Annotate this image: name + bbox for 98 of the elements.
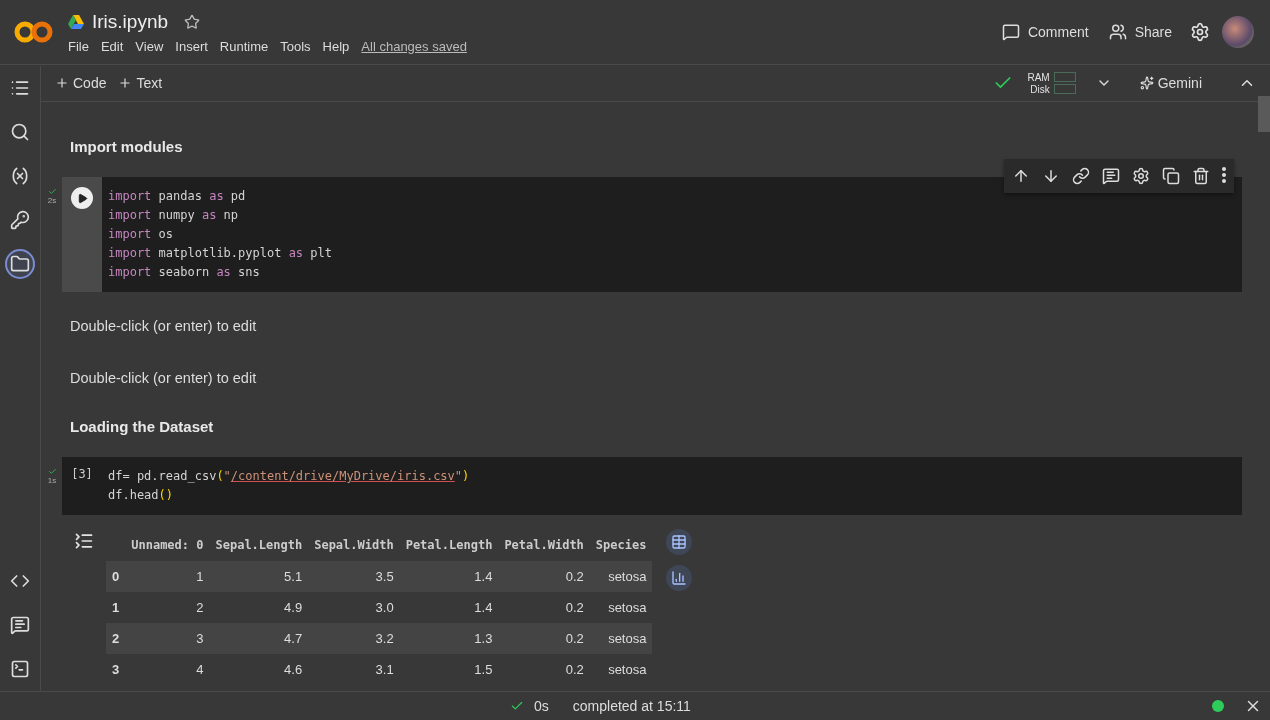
row-index: 1 bbox=[106, 592, 126, 623]
completion-time: completed at 15:11 bbox=[572, 698, 691, 714]
code-line: import os bbox=[108, 226, 175, 242]
menu-item[interactable]: View bbox=[135, 38, 164, 54]
table-cell: 2 bbox=[125, 592, 210, 623]
table-cell: 0.2 bbox=[498, 592, 590, 623]
table-cell: 1.5 bbox=[399, 654, 499, 685]
table-cell: setosa bbox=[589, 592, 653, 623]
table-cell: 1 bbox=[125, 561, 210, 592]
move-down-icon bbox=[1042, 167, 1060, 185]
menu-item[interactable]: Insert bbox=[175, 38, 208, 54]
add-cell-button[interactable]: Text bbox=[112, 71, 169, 95]
menu-item[interactable]: Runtime bbox=[219, 38, 269, 54]
code-line: df.head() bbox=[108, 487, 175, 503]
table-cell: 4 bbox=[125, 654, 210, 685]
table-cell: 5.1 bbox=[209, 561, 309, 592]
run-time: 1s bbox=[47, 476, 57, 485]
ram-label: RAM bbox=[1027, 71, 1050, 83]
run-duration: 0s bbox=[534, 698, 549, 714]
ram-meter bbox=[1053, 72, 1076, 82]
bar-chart-icon bbox=[671, 570, 688, 586]
drive-icon bbox=[68, 14, 84, 29]
table-cell: 1.3 bbox=[399, 623, 499, 654]
plus-icon bbox=[55, 76, 69, 90]
scrollbar-thumb[interactable] bbox=[1258, 96, 1270, 132]
table-cell: 3.5 bbox=[308, 561, 400, 592]
run-time: 2s bbox=[47, 196, 57, 205]
table-icon bbox=[671, 534, 688, 550]
status-check-icon bbox=[510, 699, 524, 713]
table-cell: 4.6 bbox=[209, 654, 309, 685]
disk-meter bbox=[1053, 84, 1076, 94]
table-view-button[interactable] bbox=[666, 529, 693, 555]
sparkle-icon bbox=[1139, 76, 1154, 90]
row-index: 0 bbox=[106, 561, 126, 592]
settings-icon bbox=[1132, 167, 1150, 185]
table-cell: 0.2 bbox=[498, 623, 590, 654]
column-header: Petal.Length bbox=[399, 529, 499, 561]
column-header: Species bbox=[589, 529, 653, 561]
code-line: import pandas as pd bbox=[108, 188, 247, 204]
section-heading: Import modules bbox=[69, 137, 184, 157]
table-cell: 3.2 bbox=[308, 623, 400, 654]
column-header: Sepal.Width bbox=[308, 529, 400, 561]
menu-item[interactable]: Help bbox=[322, 38, 350, 54]
table-cell: setosa bbox=[589, 654, 653, 685]
save-status-link[interactable]: All changes saved bbox=[361, 38, 467, 54]
settings-icon[interactable] bbox=[1190, 22, 1210, 42]
share-button[interactable]: Share bbox=[1098, 17, 1182, 47]
notebook-title[interactable]: Iris.ipynb bbox=[92, 10, 169, 33]
section-heading: Loading the Dataset bbox=[69, 417, 215, 437]
people-icon bbox=[1108, 23, 1127, 41]
text-cell-text: Double-click (or enter) to edit bbox=[69, 317, 258, 336]
avatar[interactable] bbox=[1222, 16, 1254, 48]
disk-label: Disk bbox=[1030, 83, 1050, 95]
play-icon bbox=[76, 192, 88, 204]
run-status-icon bbox=[47, 467, 57, 476]
execution-count: [3] bbox=[71, 467, 93, 483]
menu-item[interactable]: File bbox=[68, 38, 89, 54]
star-icon[interactable] bbox=[184, 13, 201, 30]
code-line: import numpy as np bbox=[108, 207, 240, 223]
colab-logo bbox=[14, 20, 54, 44]
more-icon bbox=[1222, 167, 1226, 183]
table-cell: 3 bbox=[125, 623, 210, 654]
table-cell: 4.7 bbox=[209, 623, 309, 654]
table-cell: 3.0 bbox=[308, 592, 400, 623]
run-status-icon bbox=[47, 187, 57, 196]
link-icon bbox=[1072, 167, 1090, 185]
menu-item[interactable]: Edit bbox=[100, 38, 124, 54]
menu-item[interactable]: Tools bbox=[280, 38, 311, 54]
code-line: import matplotlib.pyplot as plt bbox=[108, 245, 332, 261]
delete-icon bbox=[1192, 167, 1210, 185]
table-cell: setosa bbox=[589, 623, 653, 654]
comment-icon bbox=[1001, 23, 1020, 41]
output-toggle-icon[interactable] bbox=[74, 531, 94, 551]
table-cell: 1.4 bbox=[399, 592, 499, 623]
table-cell: 0.2 bbox=[498, 561, 590, 592]
copy-icon bbox=[1162, 167, 1180, 185]
table-cell: setosa bbox=[589, 561, 653, 592]
column-header: Sepal.Length bbox=[209, 529, 309, 561]
table-cell: 0.2 bbox=[498, 654, 590, 685]
column-header: Petal.Width bbox=[498, 529, 590, 561]
comment-button[interactable]: Comment bbox=[991, 17, 1099, 47]
code-line: import seaborn as sns bbox=[108, 264, 261, 280]
gemini-button[interactable]: Gemini bbox=[1133, 71, 1208, 95]
move-up-icon bbox=[1012, 167, 1030, 185]
column-header: Unnamed: 0 bbox=[125, 529, 210, 561]
row-index: 2 bbox=[106, 623, 126, 654]
table-cell: 4.9 bbox=[209, 592, 309, 623]
row-index: 3 bbox=[106, 654, 126, 685]
text-cell-text: Double-click (or enter) to edit bbox=[69, 369, 258, 388]
plus-icon bbox=[118, 76, 133, 90]
folder-icon[interactable] bbox=[5, 249, 35, 279]
code-line: df= pd.read_csv("/content/drive/MyDrive/iris.csv") bbox=[108, 468, 470, 484]
comment-icon bbox=[1102, 167, 1120, 185]
table-cell: 1.4 bbox=[399, 561, 499, 592]
table-cell: 3.1 bbox=[308, 654, 400, 685]
run-button[interactable] bbox=[71, 187, 93, 209]
add-cell-button[interactable]: Code bbox=[49, 71, 113, 95]
chart-suggestion-button[interactable] bbox=[666, 565, 693, 591]
